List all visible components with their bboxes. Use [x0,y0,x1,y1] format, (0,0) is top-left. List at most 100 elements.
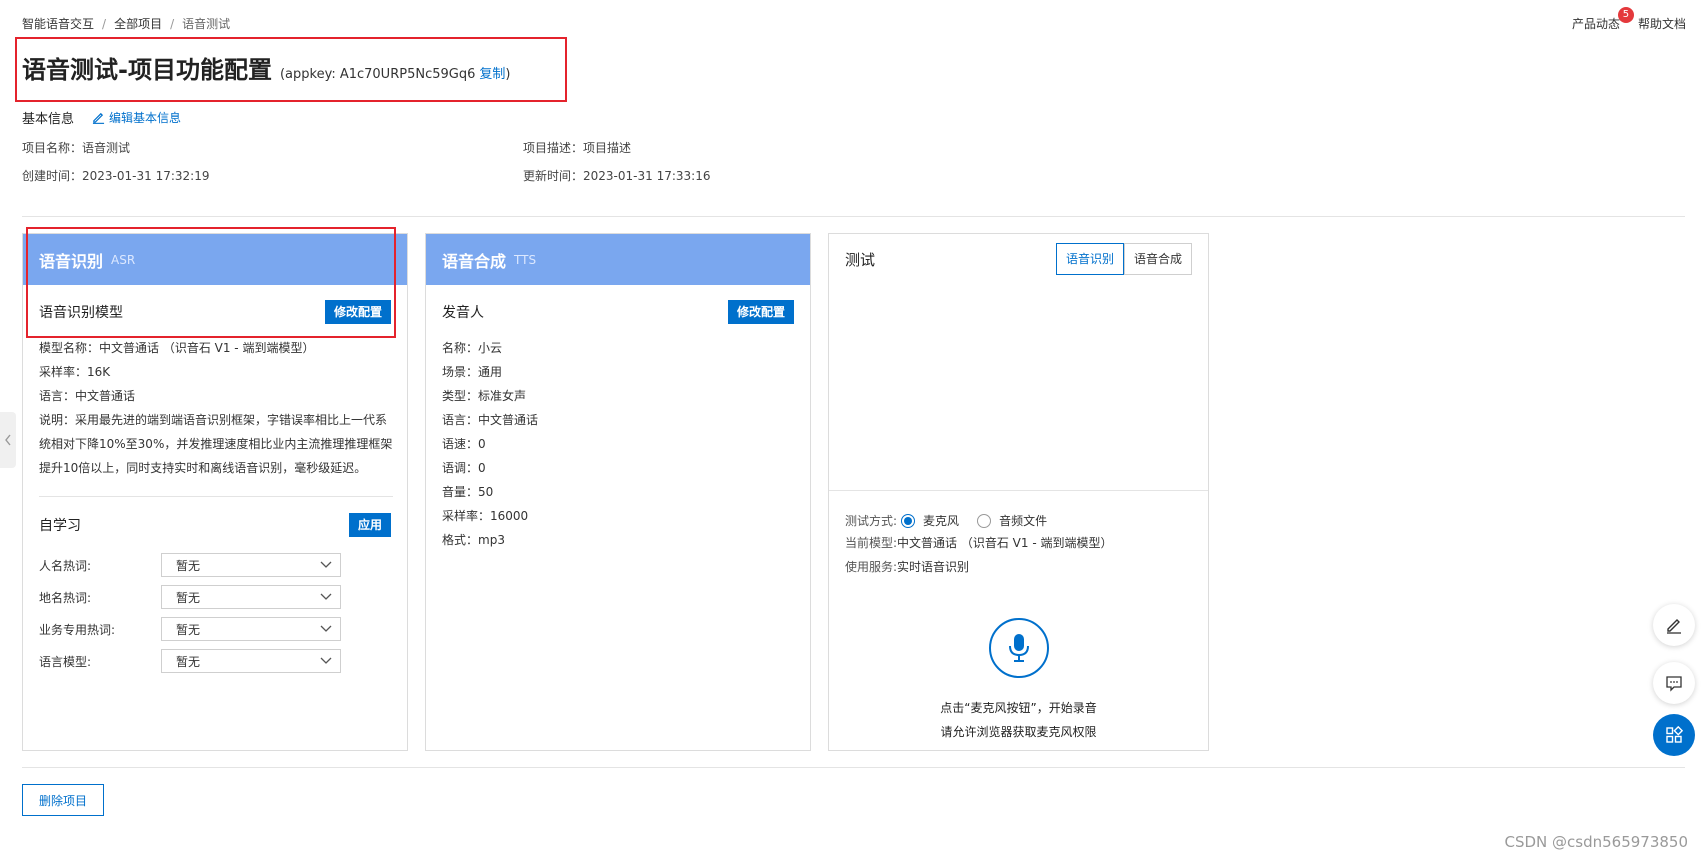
select-value: 暂无 [176,558,201,573]
tts-detail-row: 类型：标准女声 [442,384,526,408]
asr-detail-value: 中文普通话 （识音石 V1 - 端到端模型） [99,341,315,355]
speaker-section: 发音人 修改配置 [442,300,794,324]
service-row: 使用服务:实时语音识别 [845,555,969,579]
tts-detail-label: 语速： [442,437,479,451]
pencil-icon [92,112,105,124]
apps-grid-icon [1666,726,1683,743]
asr-detail-value: 16K [87,365,111,379]
chevron-down-icon [320,625,332,632]
section-divider [22,216,1685,217]
hotword-business-select[interactable]: 暂无 [161,617,341,641]
test-method-label: 测试方式: [845,514,898,528]
tts-detail-value: mp3 [478,533,505,547]
tts-detail-row: 语速：0 [442,432,486,456]
tts-detail-value: 中文普通话 [478,413,539,427]
chat-icon [1666,676,1682,692]
chevron-down-icon [320,593,332,600]
radio-microphone[interactable] [901,513,916,528]
current-model-value: 中文普通话 （识音石 V1 - 端到端模型） [897,536,1113,550]
asr-modify-config-button[interactable]: 修改配置 [324,300,391,324]
apps-button[interactable] [1653,714,1695,756]
tts-detail-value: 0 [478,461,486,475]
radio-audio-file[interactable] [977,513,992,528]
project-name-label: 项目名称： [22,141,83,155]
service-value: 实时语音识别 [897,560,970,574]
tab-tts[interactable]: 语音合成 [1123,243,1192,275]
asr-detail-label: 采样率： [39,365,88,379]
collapse-sidebar-handle[interactable] [0,412,16,468]
asr-description-line: 提升10倍以上，同时支持实时和离线语音识别，毫秒级延迟。 [39,461,367,475]
hotword-place-select[interactable]: 暂无 [161,585,341,609]
asr-subtitle: ASR [111,252,136,267]
asr-inner-divider [39,496,393,497]
method-option-label: 音频文件 [999,514,1048,528]
created-time-value: 2023-01-31 17:32:19 [82,169,210,183]
asr-model-title: 语音识别模型 [39,305,123,321]
tts-detail-row: 场景：通用 [442,360,502,384]
tts-detail-row: 采样率：16000 [442,504,528,528]
microphone-button[interactable] [989,618,1049,678]
product-news-link[interactable]: 产品动态 5 [1571,7,1634,32]
tts-detail-row: 语言：中文普通话 [442,408,538,432]
self-learning-title: 自学习 [39,518,81,534]
asr-description-line: 说明：采用最先进的端到端语音识别框架，字错误率相比上一代系 [39,413,388,427]
mic-tip-line2: 请允许浏览器获取麦克风权限 [940,725,1097,739]
chat-button[interactable] [1653,662,1695,704]
hotword-business-label: 业务专用热词: [39,622,116,637]
tts-title: 语音合成 [442,251,507,271]
delete-project-button[interactable]: 删除项目 [22,784,104,816]
edit-basic-info-link[interactable]: 编辑基本信息 [92,109,181,126]
project-desc-value: 项目描述 [583,141,632,155]
breadcrumb-separator: / [170,16,175,31]
apply-button[interactable]: 应用 [348,513,391,537]
project-name-value: 语音测试 [82,141,131,155]
tts-panel: 语音合成 TTS 发音人 修改配置 名称：小云 场景：通用 类型：标准女声 语言… [425,233,811,751]
language-model-label: 语言模型: [39,654,92,669]
tts-detail-value: 0 [478,437,486,451]
method-option-audio-file[interactable]: 音频文件 [977,512,1047,529]
chevron-down-icon [320,561,332,568]
tts-detail-label: 场景： [442,365,479,379]
language-model-select[interactable]: 暂无 [161,649,341,673]
asr-description: 说明：采用最先进的端到端语音识别框架，字错误率相比上一代系 统相对下降10%至3… [39,408,393,480]
microphone-icon [1009,634,1029,662]
language-model-row: 语言模型: 暂无 [39,649,341,673]
hotword-person-label: 人名热词: [39,558,92,573]
hotword-person-select[interactable]: 暂无 [161,553,341,577]
help-docs-link[interactable]: 帮助文档 [1638,15,1686,32]
asr-detail-label: 模型名称： [39,341,100,355]
asr-detail-label: 语言： [39,389,76,403]
tts-detail-label: 类型： [442,389,479,403]
updated-time-value: 2023-01-31 17:33:16 [583,169,711,183]
speaker-title: 发音人 [442,305,484,321]
asr-panel-header: 语音识别 ASR [23,234,407,285]
tts-detail-value: 50 [478,485,494,499]
breadcrumb-separator: / [102,16,107,31]
tts-detail-row: 音量：50 [442,480,493,504]
tts-modify-config-button[interactable]: 修改配置 [727,300,794,324]
tab-asr[interactable]: 语音识别 [1055,243,1124,275]
pencil-icon [1667,619,1681,634]
select-value: 暂无 [176,654,201,669]
current-model-label: 当前模型: [845,536,898,550]
tts-detail-label: 语调： [442,461,479,475]
feedback-edit-button[interactable] [1653,604,1695,646]
method-option-microphone[interactable]: 麦克风 [901,512,959,529]
appkey-text: (appkey: A1c70URP5Nc59Gq6 [279,67,476,82]
edit-basic-info-label: 编辑基本信息 [109,111,182,125]
mic-tip-line1: 点击“麦克风按钮”，开始录音 [940,701,1097,715]
breadcrumb-item-projects[interactable]: 全部项目 [114,15,162,32]
product-news-label: 产品动态 [1571,17,1620,31]
current-model-row: 当前模型:中文普通话 （识音石 V1 - 端到端模型） [845,531,1112,555]
self-learning-section: 自学习 应用 [39,513,391,537]
page-title-text: 语音测试-项目功能配置 [22,56,272,84]
top-links: 产品动态 5 帮助文档 [1571,7,1686,32]
test-method-row: 测试方式: 麦克风 音频文件 [845,512,1065,529]
updated-time-row: 更新时间：2023-01-31 17:33:16 [523,167,710,184]
breadcrumb-item-home[interactable]: 智能语音交互 [22,15,94,32]
copy-appkey-link[interactable]: 复制 [479,67,505,82]
tts-detail-label: 名称： [442,341,479,355]
test-tabs: 语音识别 语音合成 [1055,243,1192,275]
appkey-close: ) [505,67,511,82]
tts-subtitle: TTS [514,252,537,267]
